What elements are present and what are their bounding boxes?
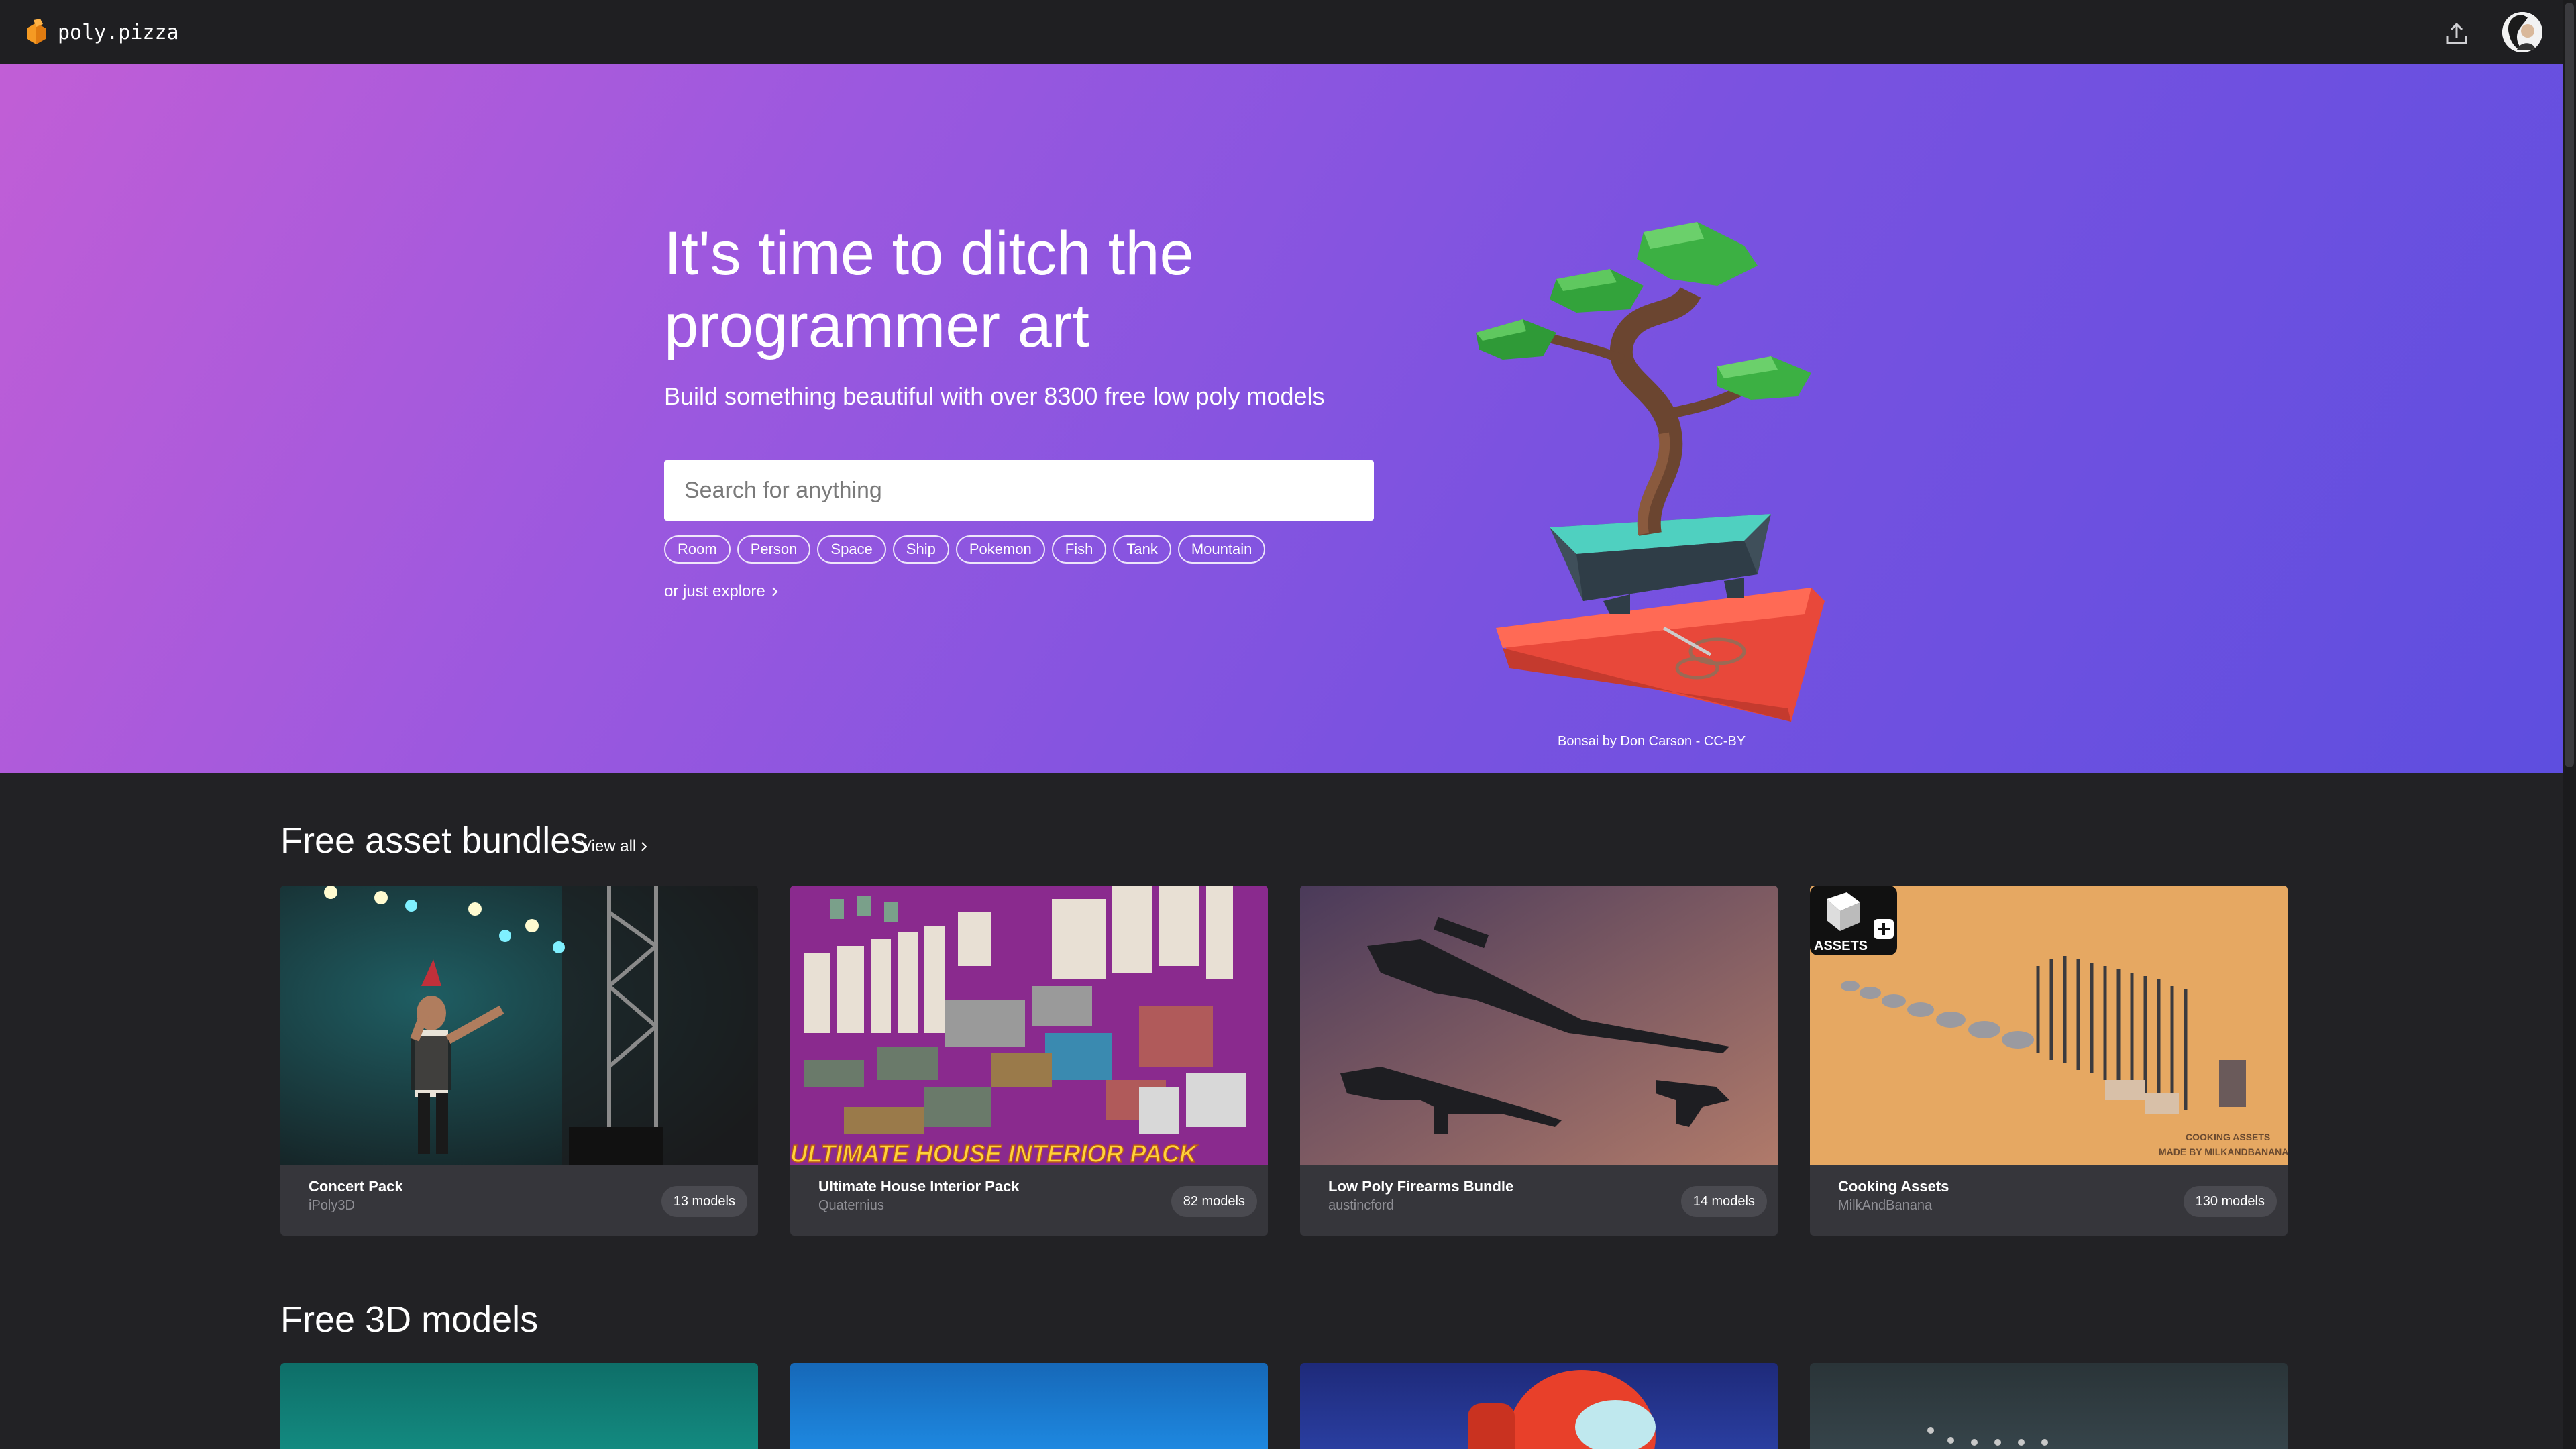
top-bar: poly.pizza bbox=[0, 0, 2563, 64]
bundle-thumbnail: ULTIMATE HOUSE INTERIOR PACK bbox=[790, 885, 1268, 1165]
bundle-banner-text: ULTIMATE HOUSE INTERIOR PACK bbox=[790, 1140, 1199, 1165]
model-card[interactable] bbox=[790, 1363, 1268, 1449]
bundle-author: austincford bbox=[1328, 1198, 1394, 1213]
hero-title: It's time to ditch the programmer art bbox=[664, 217, 1268, 362]
image-credit: Bonsai by Don Carson - CC-BY bbox=[1558, 734, 1746, 749]
hero-subtitle: Build something beautiful with over 8300… bbox=[664, 382, 1325, 410]
bundle-title: Ultimate House Interior Pack bbox=[818, 1178, 1020, 1195]
avatar-image bbox=[2502, 12, 2542, 52]
bundle-thumbnail: COOKING ASSETS MADE BY MILKANDBANANA ASS… bbox=[1810, 885, 2288, 1165]
bundle-author: MilkAndBanana bbox=[1838, 1198, 1933, 1213]
hero-banner: It's time to ditch the programmer art Bu… bbox=[0, 64, 2563, 773]
thumbnail-caption-2: MADE BY MILKANDBANANA bbox=[2159, 1146, 2288, 1157]
bundle-thumbnail bbox=[1300, 885, 1778, 1165]
assets-badge-icon: ASSETS bbox=[1810, 885, 1897, 955]
chevron-right-icon bbox=[772, 587, 778, 596]
thumbnail-caption: COOKING ASSETS bbox=[2186, 1132, 2270, 1142]
bundle-title: Low Poly Firearms Bundle bbox=[1328, 1178, 1514, 1195]
bundle-author: Quaternius bbox=[818, 1198, 884, 1213]
user-avatar[interactable] bbox=[2502, 12, 2542, 52]
tag-chip-person[interactable]: Person bbox=[737, 535, 811, 564]
tag-chip-pokemon[interactable]: Pokemon bbox=[955, 535, 1045, 564]
scrollbar-thumb[interactable] bbox=[2565, 3, 2574, 767]
search-suggestions: Room Person Space Ship Pokemon Fish Tank… bbox=[664, 535, 1266, 564]
explore-link[interactable]: or just explore bbox=[664, 582, 779, 601]
bundle-card-concert-pack[interactable]: Concert Pack iPoly3D 13 models bbox=[280, 885, 758, 1236]
tag-chip-room[interactable]: Room bbox=[664, 535, 731, 564]
assets-badge-text: ASSETS bbox=[1814, 938, 1868, 953]
chevron-right-icon bbox=[641, 842, 647, 851]
tag-chip-ship[interactable]: Ship bbox=[892, 535, 949, 564]
site-logo[interactable]: poly.pizza bbox=[24, 19, 179, 46]
tag-chip-space[interactable]: Space bbox=[817, 535, 886, 564]
model-card[interactable] bbox=[1810, 1363, 2288, 1449]
bundle-model-count: 130 models bbox=[2183, 1186, 2277, 1217]
model-thumbnail bbox=[1927, 1427, 2048, 1446]
hero-title-line2: programmer art bbox=[664, 292, 1089, 360]
models-section-title: Free 3D models bbox=[280, 1299, 539, 1340]
site-name: poly.pizza bbox=[58, 20, 179, 44]
bundle-card-cooking-assets[interactable]: COOKING ASSETS MADE BY MILKANDBANANA ASS… bbox=[1810, 885, 2288, 1236]
bundle-title: Cooking Assets bbox=[1838, 1178, 1949, 1195]
bundle-title: Concert Pack bbox=[309, 1178, 403, 1195]
model-thumbnail bbox=[1468, 1370, 1656, 1449]
bundle-card-house-interior[interactable]: ULTIMATE HOUSE INTERIOR PACK Ultimate Ho… bbox=[790, 885, 1268, 1236]
view-all-label: View all bbox=[581, 837, 637, 855]
search-input[interactable] bbox=[664, 460, 1374, 521]
bundle-card-firearms[interactable]: Low Poly Firearms Bundle austincford 14 … bbox=[1300, 885, 1778, 1236]
bundle-model-count: 14 models bbox=[1680, 1186, 1767, 1217]
explore-label: or just explore bbox=[664, 582, 765, 600]
bundle-thumbnail bbox=[280, 885, 758, 1165]
tag-chip-fish[interactable]: Fish bbox=[1051, 535, 1107, 564]
upload-icon[interactable] bbox=[2442, 19, 2471, 48]
model-card[interactable] bbox=[1300, 1363, 1778, 1449]
pizza-logo-icon bbox=[27, 19, 46, 44]
tag-chip-tank[interactable]: Tank bbox=[1113, 535, 1171, 564]
model-card[interactable] bbox=[280, 1363, 758, 1449]
bundles-section-title: Free asset bundles bbox=[280, 820, 589, 861]
bundles-view-all-link[interactable]: View all bbox=[581, 837, 648, 856]
hero-title-line1: It's time to ditch the bbox=[664, 219, 1194, 288]
bundle-model-count: 82 models bbox=[1171, 1186, 1257, 1217]
tag-chip-mountain[interactable]: Mountain bbox=[1177, 535, 1266, 564]
bonsai-illustration bbox=[1476, 222, 1825, 722]
bundle-author: iPoly3D bbox=[309, 1198, 355, 1213]
bundle-model-count: 13 models bbox=[661, 1186, 747, 1217]
